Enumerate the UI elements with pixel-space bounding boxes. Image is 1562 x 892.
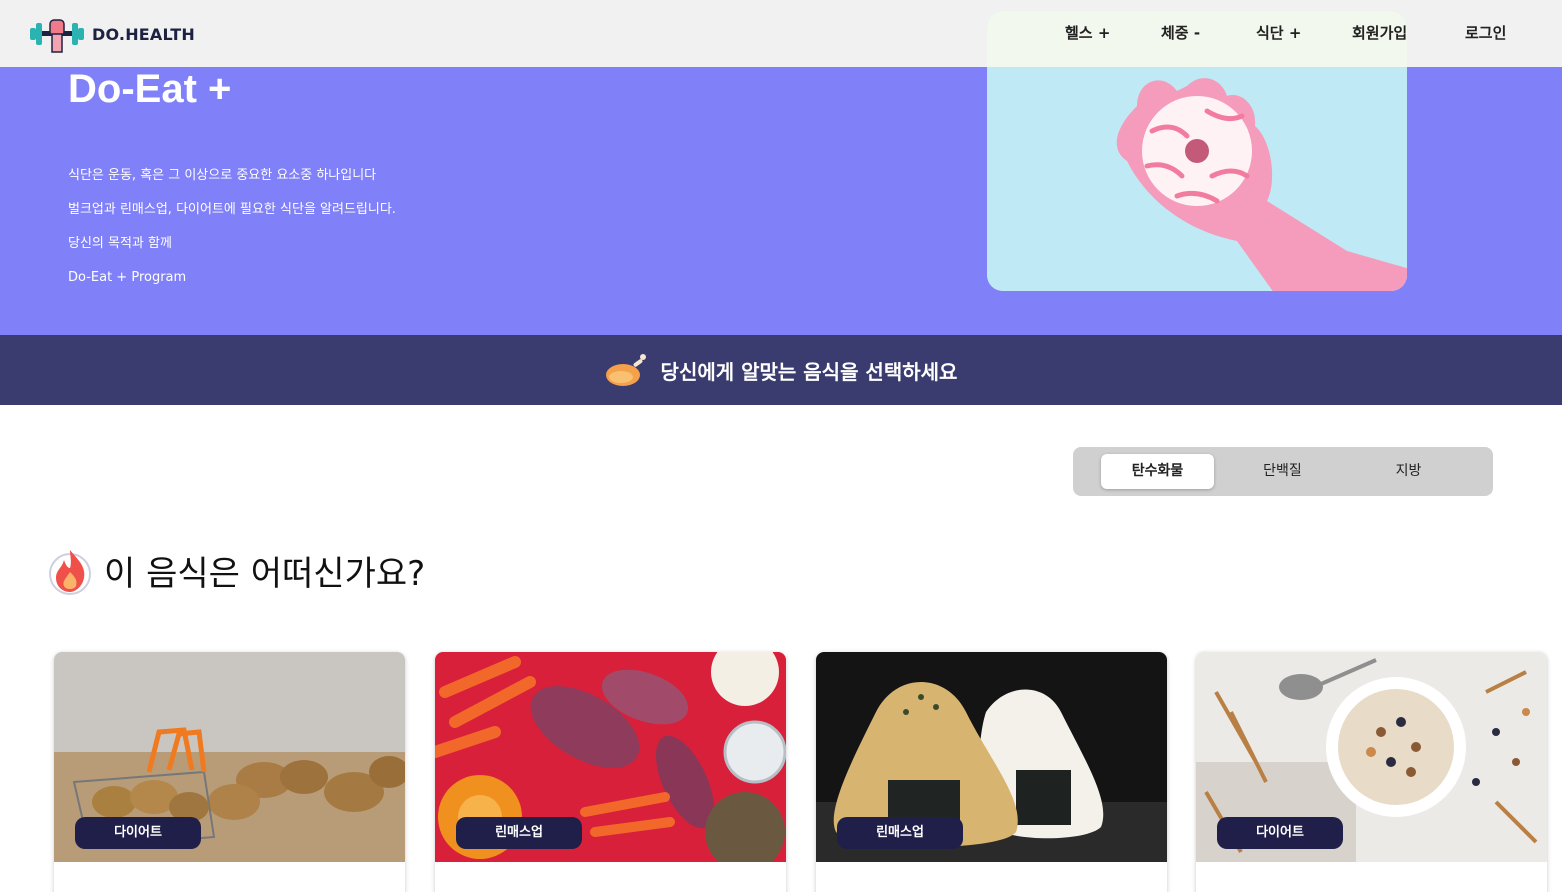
hero-image bbox=[987, 11, 1407, 291]
food-card-rice-balls[interactable]: 린매스업 bbox=[816, 652, 1167, 892]
tab-carbohydrate[interactable]: 탄수화물 bbox=[1101, 454, 1214, 489]
hero-description: 식단은 운동, 혹은 그 이상으로 중요한 요소중 하나입니다 벌크업과 린매스… bbox=[68, 159, 396, 295]
hero-title: Do-Eat + bbox=[68, 67, 232, 111]
food-card-sweet-potatoes[interactable]: 린매스업 bbox=[435, 652, 786, 892]
banner-text: 당신에게 알맞는 음식을 선택하세요 bbox=[660, 359, 958, 384]
tab-fat[interactable]: 지방 bbox=[1352, 454, 1465, 489]
card-badge: 린매스업 bbox=[456, 817, 582, 849]
section-title: 이 음식은 어떠신가요? bbox=[104, 553, 426, 594]
nav-login[interactable]: 로그인 bbox=[1465, 22, 1506, 43]
logo-text: DO.HEALTH bbox=[92, 24, 195, 44]
nutrient-tabs: 탄수화물 단백질 지방 bbox=[1073, 447, 1493, 496]
card-badge: 린매스업 bbox=[837, 817, 963, 849]
recommend-heading: 이 음식은 어떠신가요? bbox=[48, 544, 425, 596]
hero-line: 벌크업과 린매스업, 다이어트에 필요한 식단을 알려드립니다. bbox=[68, 202, 396, 217]
card-badge: 다이어트 bbox=[75, 817, 201, 849]
food-card-oatmeal[interactable]: 다이어트 bbox=[1196, 652, 1547, 892]
hero-line: 식단은 운동, 혹은 그 이상으로 중요한 요소중 하나입니다 bbox=[68, 168, 377, 183]
nav-signup[interactable]: 회원가입 bbox=[1352, 22, 1407, 43]
fire-icon bbox=[49, 550, 91, 595]
nav-health[interactable]: 헬스 + bbox=[1065, 22, 1110, 43]
hero-line: Do-Eat + Program bbox=[68, 270, 187, 285]
hero-line: 당신의 목적과 함께 bbox=[68, 236, 172, 251]
chicken-leg-icon bbox=[605, 354, 646, 386]
food-select-banner: 당신에게 알맞는 음식을 선택하세요 bbox=[0, 335, 1562, 405]
card-badge: 다이어트 bbox=[1217, 817, 1343, 849]
food-card-potatoes[interactable]: 다이어트 bbox=[54, 652, 405, 892]
dumbbell-logo-icon bbox=[30, 19, 84, 53]
logo[interactable]: DO.HEALTH bbox=[28, 14, 195, 54]
tab-protein[interactable]: 단백질 bbox=[1226, 454, 1339, 489]
nav-diet[interactable]: 식단 + bbox=[1256, 22, 1301, 43]
nav-weight[interactable]: 체중 - bbox=[1161, 22, 1200, 43]
